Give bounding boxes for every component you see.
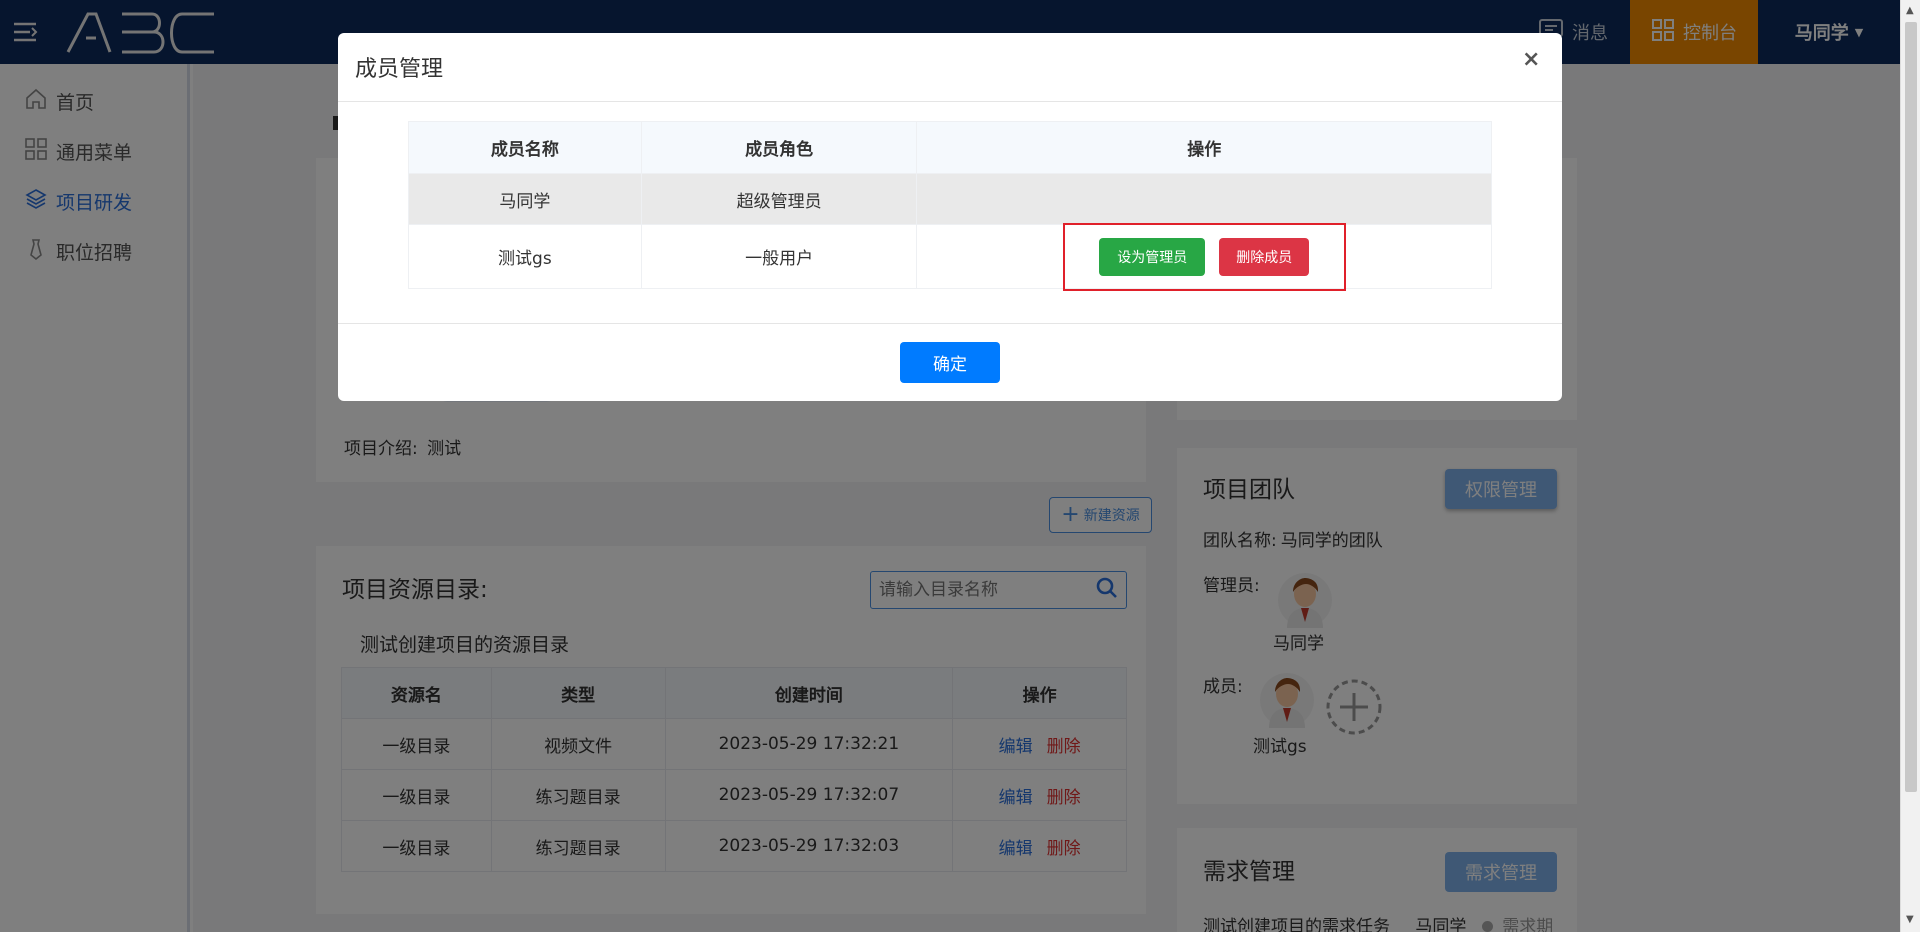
scroll-up-arrow-icon[interactable]: ▲ xyxy=(1906,5,1914,16)
column-header: 操作 xyxy=(916,121,1492,174)
confirm-button[interactable]: 确定 xyxy=(900,342,1000,383)
member-name-cell: 测试gs xyxy=(408,224,642,289)
member-name-cell: 马同学 xyxy=(408,173,642,225)
page-scrollbar[interactable]: ▲ ▼ xyxy=(1900,0,1920,932)
column-header: 成员名称 xyxy=(408,121,642,174)
modal-header: 成员管理 × xyxy=(338,33,1562,102)
modal-title: 成员管理 xyxy=(355,57,444,82)
table-header-row: 成员名称 成员角色 操作 xyxy=(408,121,1492,174)
modal-footer: 确定 xyxy=(338,323,1562,401)
member-role-cell: 超级管理员 xyxy=(640,173,918,225)
member-actions-cell xyxy=(916,173,1492,225)
column-header: 成员角色 xyxy=(640,121,918,174)
scroll-down-arrow-icon[interactable]: ▼ xyxy=(1906,914,1914,925)
member-role-cell: 一般用户 xyxy=(640,224,918,289)
close-icon[interactable]: × xyxy=(1522,47,1540,72)
scroll-thumb[interactable] xyxy=(1905,22,1917,792)
annotation-highlight-box xyxy=(1063,223,1346,291)
table-row: 马同学 超级管理员 xyxy=(408,173,1492,225)
member-management-modal: 成员管理 × 成员名称 成员角色 操作 马同学 超级管理员 测试gs 一般用户 … xyxy=(338,33,1562,401)
